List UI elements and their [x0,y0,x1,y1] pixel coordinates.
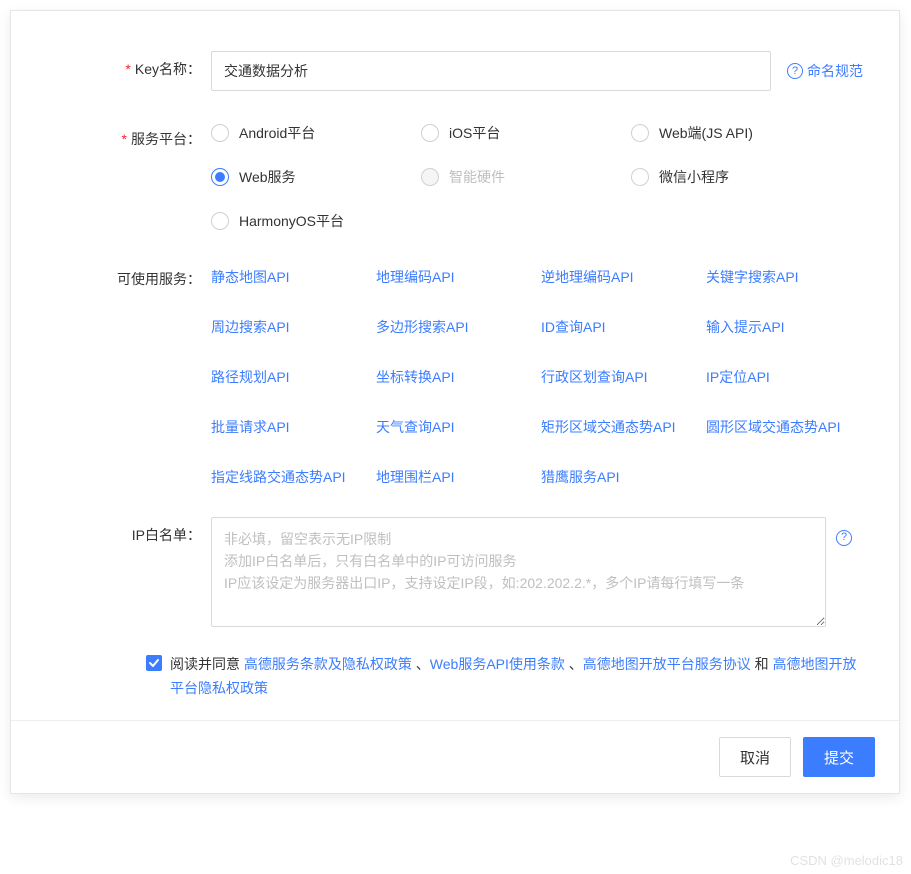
radio-circle-icon [421,124,439,142]
radio-circle-icon [631,124,649,142]
question-circle-icon: ? [836,530,852,546]
service-link[interactable]: 坐标转换API [376,367,541,387]
radio-label: Android平台 [239,123,315,143]
radio-dot-icon [215,172,225,182]
service-link[interactable]: 关键字搜索API [706,267,871,287]
service-link[interactable]: 多边形搜索API [376,317,541,337]
terms-link-2[interactable]: Web服务API使用条款 [430,656,565,672]
services-grid: 静态地图API地理编码API逆地理编码API关键字搜索API 周边搜索API多边形… [211,261,869,487]
create-key-dialog: *Key名称： ? 命名规范 *服务平台： Android平台 iOS平台 Web端… [10,10,900,794]
radio-circle-icon [211,212,229,230]
service-link[interactable]: 圆形区域交通态势API [706,417,871,437]
row-key-name: *Key名称： ? 命名规范 [41,51,869,91]
platform-radio[interactable]: Web端(JS API) [631,123,841,143]
radio-label: Web服务 [239,167,296,187]
platform-radio[interactable]: Android平台 [211,123,421,143]
row-platform: *服务平台： Android平台 iOS平台 Web端(JS API) Web服务 智能… [41,121,869,231]
agreement-text: 阅读并同意 高德服务条款及隐私权政策 、Web服务API使用条款 、高德地图开放… [170,652,869,700]
radio-circle-icon [211,124,229,142]
platform-radio[interactable]: Web服务 [211,167,421,187]
radio-label: 微信小程序 [659,167,729,187]
required-mark: * [122,131,127,147]
radio-label: Web端(JS API) [659,123,753,143]
service-link[interactable]: 指定线路交通态势API [211,467,376,487]
platform-radio[interactable]: HarmonyOS平台 [211,211,421,231]
platform-radio: 智能硬件 [421,167,631,187]
service-link[interactable]: IP定位API [706,367,871,387]
services-content: 静态地图API地理编码API逆地理编码API关键字搜索API 周边搜索API多边形… [211,261,869,487]
label-ip-whitelist: IP白名单： [41,517,211,627]
radio-circle-icon [211,168,229,186]
service-link[interactable]: 行政区划查询API [541,367,706,387]
service-link[interactable]: 地理围栏API [376,467,541,487]
platform-radio[interactable]: iOS平台 [421,123,631,143]
dialog-footer: 取消 提交 [11,720,899,793]
service-link[interactable]: 批量请求API [211,417,376,437]
service-link[interactable]: 路径规划API [211,367,376,387]
platform-content: Android平台 iOS平台 Web端(JS API) Web服务 智能硬件 微信小程序… [211,121,869,231]
submit-button[interactable]: 提交 [803,737,875,777]
ip-whitelist-content: ? [211,517,869,627]
radio-label: iOS平台 [449,123,500,143]
service-link[interactable]: 逆地理编码API [541,267,706,287]
question-circle-icon: ? [787,63,803,79]
label-key-name: *Key名称： [41,51,211,91]
service-link[interactable]: 输入提示API [706,317,871,337]
service-link[interactable]: 周边搜索API [211,317,376,337]
agreement-checkbox[interactable] [146,655,162,671]
service-link[interactable]: 地理编码API [376,267,541,287]
platform-radio-group: Android平台 iOS平台 Web端(JS API) Web服务 智能硬件 微信小程序… [211,121,869,231]
dialog-body: *Key名称： ? 命名规范 *服务平台： Android平台 iOS平台 Web端… [11,11,899,720]
radio-label: 智能硬件 [449,167,505,187]
platform-radio[interactable]: 微信小程序 [631,167,841,187]
row-services: 可使用服务： 静态地图API地理编码API逆地理编码API关键字搜索API 周边搜… [41,261,869,487]
service-link[interactable]: 猎鹰服务API [541,467,706,487]
service-link[interactable]: 矩形区域交通态势API [541,417,706,437]
label-services: 可使用服务： [41,261,211,487]
ip-whitelist-textarea[interactable] [211,517,826,627]
service-link[interactable]: ID查询API [541,317,706,337]
radio-circle-icon [421,168,439,186]
watermark: CSDN @melodic18 [790,853,903,868]
cancel-button[interactable]: 取消 [719,737,791,777]
key-name-content: ? 命名规范 [211,51,869,91]
key-name-input[interactable] [211,51,771,91]
radio-circle-icon [631,168,649,186]
terms-link-1[interactable]: 高德服务条款及隐私权政策 [244,656,412,672]
naming-convention-link[interactable]: ? 命名规范 [787,61,863,81]
required-mark: * [125,61,130,77]
terms-link-3[interactable]: 高德地图开放平台服务协议 [583,656,751,672]
radio-label: HarmonyOS平台 [239,211,344,231]
agreement-row: 阅读并同意 高德服务条款及隐私权政策 、Web服务API使用条款 、高德地图开放… [41,652,869,700]
check-icon [148,657,160,669]
row-ip-whitelist: IP白名单： ? [41,517,869,627]
ip-help-icon[interactable]: ? [836,527,852,546]
service-link[interactable]: 静态地图API [211,267,376,287]
label-platform: *服务平台： [41,121,211,231]
service-link[interactable]: 天气查询API [376,417,541,437]
